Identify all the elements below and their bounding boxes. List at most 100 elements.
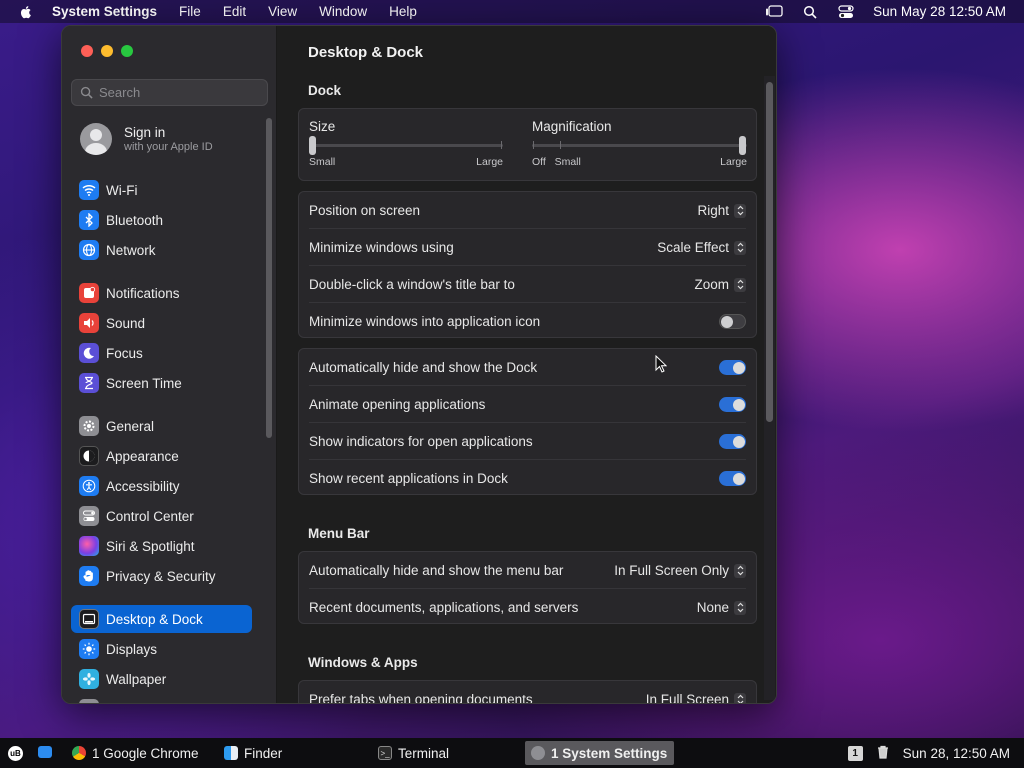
hand-icon: [79, 566, 99, 586]
wifi-icon: [79, 180, 99, 200]
taskbar-system-settings[interactable]: 1 System Settings: [525, 741, 674, 765]
taskbar-clock[interactable]: Sun 28, 12:50 AM: [903, 746, 1010, 761]
moon-icon: [79, 343, 99, 363]
show-indicators-toggle[interactable]: [719, 434, 746, 449]
flower-icon: [79, 669, 99, 689]
stage-manager-icon[interactable]: [765, 4, 783, 19]
popup-value: Right: [697, 203, 729, 218]
minimize-effect-popup[interactable]: Scale Effect: [657, 240, 746, 255]
apple-logo-icon[interactable]: [18, 4, 34, 20]
workspace-indicator[interactable]: 1: [847, 745, 863, 761]
popup-value: In Full Screen Only: [614, 563, 729, 578]
auto-hide-menu-bar-popup[interactable]: In Full Screen Only: [614, 563, 746, 578]
sidebar-item-privacy-security[interactable]: Privacy & Security: [71, 562, 252, 590]
taskbar-chrome[interactable]: 1 Google Chrome: [66, 741, 208, 765]
menu-window[interactable]: Window: [319, 4, 367, 19]
sidebar-item-wifi[interactable]: Wi-Fi: [71, 176, 252, 204]
zoom-button[interactable]: [121, 45, 133, 57]
row-auto-hide-menu-bar: Automatically hide and show the menu bar…: [299, 552, 756, 589]
taskbar-terminal[interactable]: >_ Terminal: [372, 741, 518, 765]
auto-hide-dock-toggle[interactable]: [719, 360, 746, 375]
taskbar-label: 1 Google Chrome: [92, 745, 199, 761]
menu-clock[interactable]: Sun May 28 12:50 AM: [873, 4, 1006, 19]
magnification-slider-thumb[interactable]: [739, 136, 746, 155]
taskbar-label: Finder: [244, 745, 283, 761]
size-slider-thumb[interactable]: [309, 136, 316, 155]
search-input[interactable]: [99, 85, 259, 100]
sidebar-item-wallpaper[interactable]: Wallpaper: [71, 665, 252, 693]
taskbar-finder[interactable]: Finder: [218, 741, 364, 765]
sidebar-item-appearance[interactable]: Appearance: [71, 442, 252, 470]
row-label: Double-click a window's title bar to: [309, 277, 515, 292]
ublock-icon[interactable]: uB: [8, 746, 23, 761]
search-field[interactable]: [71, 79, 268, 106]
magnification-max-label: Large: [720, 156, 747, 168]
sidebar-item-accessibility[interactable]: Accessibility: [71, 472, 252, 500]
main-scrollbar[interactable]: [766, 82, 773, 422]
sidebar-item-focus[interactable]: Focus: [71, 339, 252, 367]
menu-app-name[interactable]: System Settings: [52, 4, 157, 19]
sidebar-item-desktop-dock[interactable]: Desktop & Dock: [71, 605, 252, 633]
size-slider-block: Size Small Large: [309, 119, 503, 168]
sidebar-item-label: Displays: [106, 641, 158, 657]
sidebar-item-label: Control Center: [106, 508, 194, 524]
control-center-menu-icon[interactable]: [837, 4, 855, 19]
minimize-into-app-icon-toggle[interactable]: [719, 314, 746, 329]
screen-saver-icon: [79, 699, 99, 703]
size-slider[interactable]: [309, 136, 503, 155]
size-min-label: Small: [309, 156, 336, 168]
recent-documents-popup[interactable]: None: [697, 600, 746, 615]
position-popup[interactable]: Right: [697, 203, 746, 218]
animate-opening-toggle[interactable]: [719, 397, 746, 412]
menu-edit[interactable]: Edit: [223, 4, 246, 19]
double-click-popup[interactable]: Zoom: [694, 277, 746, 292]
finder-icon: [224, 746, 238, 760]
spotlight-search-icon[interactable]: [801, 5, 819, 19]
sidebar-item-label: Bluetooth: [106, 212, 164, 228]
signin-title: Sign in: [124, 125, 166, 140]
menu-bar-group: Automatically hide and show the menu bar…: [298, 551, 757, 624]
row-animate-opening: Animate opening applications: [299, 386, 756, 423]
gear-icon: [79, 416, 99, 436]
sidebar-item-label: Wallpaper: [106, 671, 167, 687]
show-recent-apps-toggle[interactable]: [719, 471, 746, 486]
system-settings-window: Sign in with your Apple ID Wi-Fi Bluetoo…: [61, 25, 777, 704]
sidebar-item-partial[interactable]: [71, 695, 252, 703]
sidebar-item-label: Accessibility: [106, 478, 180, 494]
section-title-dock: Dock: [308, 83, 342, 98]
avatar: [80, 123, 112, 155]
menu-view[interactable]: View: [268, 4, 297, 19]
window-icon[interactable]: [38, 746, 52, 758]
updown-chevron-icon: [734, 203, 746, 218]
magnification-slider[interactable]: [532, 136, 747, 155]
prefer-tabs-popup[interactable]: In Full Screen: [646, 692, 746, 703]
dock-icon: [79, 609, 99, 629]
sidebar-item-displays[interactable]: Displays: [71, 635, 252, 663]
sidebar-item-bluetooth[interactable]: Bluetooth: [71, 206, 252, 234]
size-slider-tick: [501, 141, 502, 149]
page-title: Desktop & Dock: [308, 44, 424, 61]
sidebar-item-screen-time[interactable]: Screen Time: [71, 369, 252, 397]
apple-id-signin[interactable]: Sign in with your Apple ID: [80, 123, 213, 155]
sidebar-item-sound[interactable]: Sound: [71, 309, 252, 337]
sidebar-item-general[interactable]: General: [71, 412, 252, 440]
main-content: Desktop & Dock Dock Size Small Large Mag…: [278, 26, 776, 703]
magnification-tick-small: [560, 141, 561, 149]
sidebar-item-notifications[interactable]: Notifications: [71, 279, 252, 307]
sidebar-item-control-center[interactable]: Control Center: [71, 502, 252, 530]
sidebar-item-network[interactable]: Network: [71, 236, 252, 264]
size-max-label: Large: [476, 156, 503, 168]
appearance-icon: [79, 446, 99, 466]
sidebar-item-siri-spotlight[interactable]: Siri & Spotlight: [71, 532, 252, 560]
sidebar-scrollbar[interactable]: [266, 118, 272, 438]
minimize-button[interactable]: [101, 45, 113, 57]
menu-help[interactable]: Help: [389, 4, 417, 19]
updown-chevron-icon: [734, 277, 746, 292]
row-label: Automatically hide and show the menu bar: [309, 563, 564, 578]
settings-icon: [531, 746, 545, 760]
close-button[interactable]: [81, 45, 93, 57]
menu-file[interactable]: File: [179, 4, 201, 19]
sidebar-item-label: Wi-Fi: [106, 182, 138, 198]
menu-bar: System Settings File Edit View Window He…: [0, 0, 1024, 23]
trash-icon[interactable]: [877, 745, 889, 762]
